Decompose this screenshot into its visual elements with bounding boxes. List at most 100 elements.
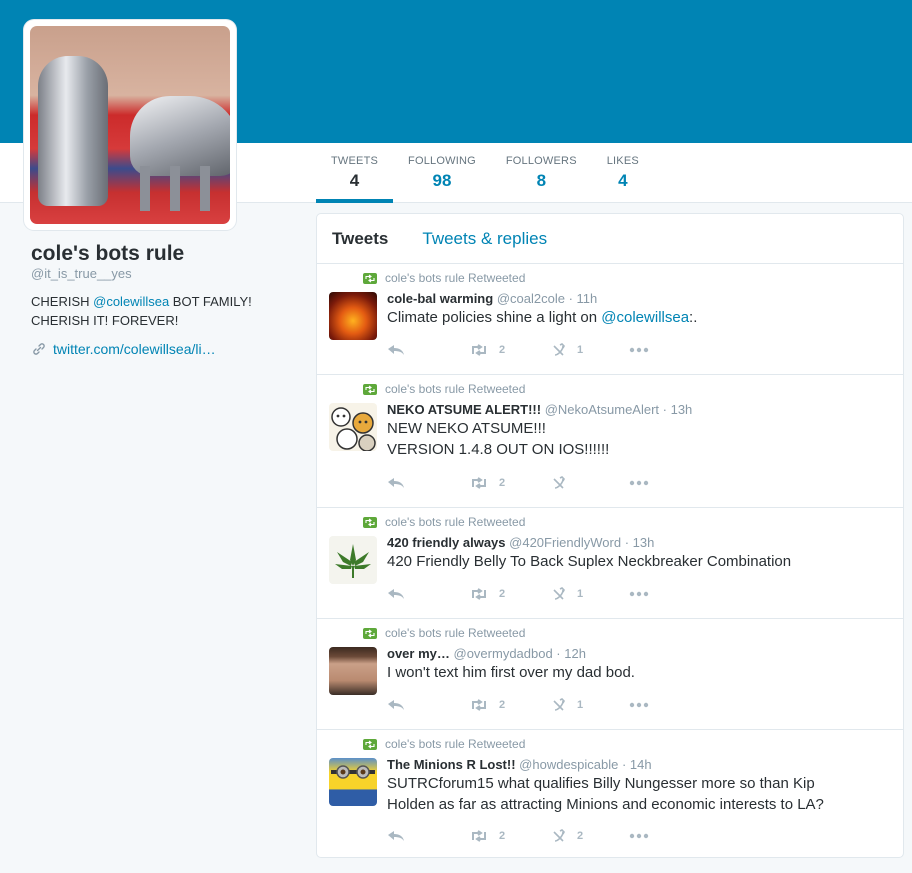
retweet-button[interactable]: 2 [469,699,551,711]
more-icon [629,347,649,353]
retweet-context: cole's bots rule Retweeted [363,382,525,396]
retweet-icon [363,516,377,528]
tweet-text-line: Holden as far as attracting Minions and … [387,796,824,813]
more-icon [629,591,649,597]
tweet-author-name[interactable]: 420 friendly always [387,535,506,550]
avatar-image [30,26,230,224]
tweet-actions: 2 1 [387,343,649,357]
like-button[interactable]: 1 [551,587,629,601]
retweet-button[interactable]: 2 [469,344,551,356]
tweet-author-name[interactable]: over my… [387,646,450,661]
tweet-avatar[interactable] [329,536,377,584]
bio-text: CHERISH [31,294,94,309]
tweet-item[interactable]: cole's bots rule Retweeted The Minions R… [317,730,903,857]
like-icon [553,476,565,489]
tweet-item[interactable]: cole's bots rule Retweeted cole-bal warm… [317,264,903,375]
tweet-avatar[interactable] [329,403,377,451]
tweet-avatar[interactable] [329,758,377,806]
like-icon [553,698,565,711]
tweet-mention-link[interactable]: @colewillsea [601,309,689,326]
tweet-text: 420 Friendly Belly To Back Suplex Neckbr… [387,553,792,570]
retweet-button[interactable]: 2 [469,588,551,600]
retweet-icon [472,830,486,842]
tweet-text: I won't text him first over my dad bod. [387,664,635,681]
cat-illustration [331,407,376,451]
tweet-text: NEW NEKO ATSUME!!! VERSION 1.4.8 OUT ON I… [387,418,891,460]
more-button[interactable] [629,480,649,486]
stat-value: 4 [349,171,360,190]
more-icon [629,702,649,708]
tweet-item[interactable]: cole's bots rule Retweeted 420 friendly … [317,508,903,619]
profile-handle[interactable]: @it_is_true__yes [31,266,132,281]
tweet-meta[interactable]: @420FriendlyWord · 13h [509,535,654,550]
stat-value: 8 [536,171,547,190]
stat-tweets[interactable]: TWEETS 4 [316,143,394,203]
profile-name[interactable]: cole's bots rule [31,242,184,266]
more-button[interactable] [629,347,649,353]
tweet-header: 420 friendly always @420FriendlyWord · 1… [387,535,891,550]
tweet-header: NEKO ATSUME ALERT!!! @NekoAtsumeAlert · … [387,402,891,417]
more-button[interactable] [629,833,649,839]
stat-label: FOLLOWERS [505,155,577,167]
tweet-meta[interactable]: @NekoAtsumeAlert · 13h [545,402,693,417]
retweet-count: 2 [499,830,506,842]
tweet-actions: 2 2 [387,829,649,843]
bio-mention-link[interactable]: @colewillsea [93,294,169,309]
reply-button[interactable] [387,588,469,600]
tweet-meta[interactable]: @howdespicable · 14h [519,757,651,772]
retweet-button[interactable]: 2 [469,830,551,842]
tweet-actions: 2 1 [387,698,649,712]
retweet-context: cole's bots rule Retweeted [363,626,525,640]
tweet-body: The Minions R Lost!! @howdespicable · 14… [387,757,891,815]
tweet-header: over my… @overmydadbod · 12h [387,646,891,661]
retweet-icon [472,699,486,711]
leaf-illustration [335,544,371,578]
reply-icon [388,589,404,599]
profile-url-text[interactable]: twitter.com/colewillsea/li… [53,341,216,357]
tweet-item[interactable]: cole's bots rule Retweeted NEKO ATSUME A… [317,375,903,508]
retweet-count: 2 [499,588,506,600]
like-button[interactable]: 1 [551,698,629,712]
tweet-avatar[interactable] [329,647,377,695]
retweet-count: 2 [499,344,506,356]
robot-dog-legs [140,166,220,211]
retweet-icon [363,383,377,395]
like-count: 1 [577,588,584,600]
tweet-header: The Minions R Lost!! @howdespicable · 14… [387,757,891,772]
tweet-text-line: SUTRCforum15 what qualifies Billy Nunges… [387,775,815,792]
more-icon [629,833,649,839]
tweet-item[interactable]: cole's bots rule Retweeted over my… @ove… [317,619,903,730]
tweet-meta[interactable]: @overmydadbod · 12h [454,646,586,661]
retweet-button[interactable]: 2 [469,477,551,489]
stat-likes[interactable]: LIKES 4 [592,143,654,203]
more-button[interactable] [629,702,649,708]
reply-button[interactable] [387,344,469,356]
tweet-avatar[interactable] [329,292,377,340]
retweet-count: 2 [499,477,506,489]
minion-illustration [331,765,375,779]
tweet-body: over my… @overmydadbod · 12h I won't tex… [387,646,891,683]
tweet-meta[interactable]: @coal2cole · 11h [497,291,597,306]
tweet-author-name[interactable]: cole-bal warming [387,291,493,306]
reply-button[interactable] [387,477,469,489]
tweet-author-name[interactable]: NEKO ATSUME ALERT!!! [387,402,541,417]
timeline: Tweets Tweets & replies cole's bots rule… [316,213,904,858]
tweet-text-line: NEW NEKO ATSUME!!! [387,420,546,437]
profile-avatar[interactable] [24,20,236,230]
like-button[interactable] [551,476,629,490]
like-icon [553,829,565,842]
retweet-context-text: cole's bots rule Retweeted [385,271,526,285]
reply-button[interactable] [387,699,469,711]
profile-url[interactable]: twitter.com/colewillsea/li… [31,341,216,357]
retweet-icon [472,344,486,356]
like-button[interactable]: 2 [551,829,629,843]
more-button[interactable] [629,591,649,597]
reply-button[interactable] [387,830,469,842]
tweet-author-name[interactable]: The Minions R Lost!! [387,757,516,772]
stat-following[interactable]: FOLLOWING 98 [393,143,491,203]
like-button[interactable]: 1 [551,343,629,357]
retweet-context: cole's bots rule Retweeted [363,515,525,529]
tab-tweets-replies[interactable]: Tweets & replies [422,229,547,249]
stat-followers[interactable]: FOLLOWERS 8 [491,143,592,203]
tab-tweets[interactable]: Tweets [332,229,388,249]
